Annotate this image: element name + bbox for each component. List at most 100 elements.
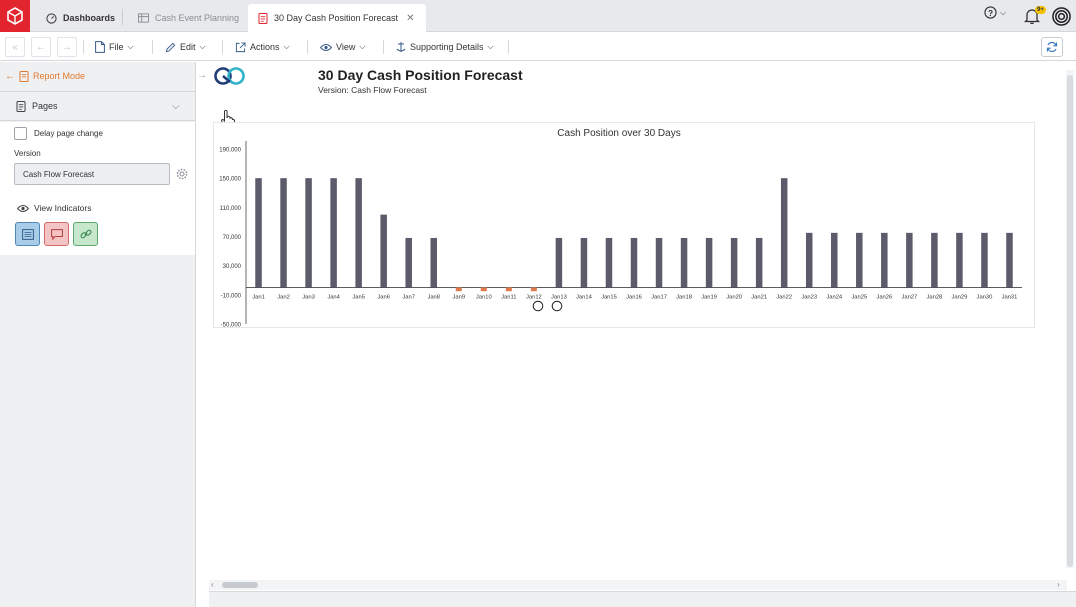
x-tick-label: Jan11 [501,295,516,301]
view-menu[interactable]: View ⌵ [320,39,365,55]
supporting-details-menu[interactable]: Supporting Details ⌵ [396,39,494,55]
indicator-comment-button[interactable] [44,222,69,246]
app-logo[interactable] [0,0,30,32]
user-avatar[interactable] [1052,7,1071,26]
file-label: File [109,42,124,52]
chart-bar[interactable] [655,237,663,288]
refresh-icon [1046,41,1058,53]
chart-bar[interactable] [280,178,287,288]
chart-bar[interactable] [780,178,788,288]
pages-section-header[interactable]: Pages ⌵ [0,91,195,121]
chart-bar[interactable] [580,237,588,288]
document-icon [21,228,34,240]
chart-bar[interactable] [505,287,512,292]
horizontal-scrollbar[interactable] [209,580,1067,590]
toolbar-divider [83,40,84,54]
x-tick-label: Jan22 [776,295,792,301]
delay-page-change-checkbox[interactable] [14,127,27,140]
chart-bar[interactable] [981,232,988,288]
chart-bar[interactable] [956,232,963,288]
chart-bar[interactable] [881,232,888,288]
report-mode-toggle[interactable]: ← Report Mode [0,68,195,84]
chart-bar[interactable] [430,237,437,288]
version-value: Cash Flow Forecast [23,169,95,179]
chart-bar[interactable] [480,287,487,292]
x-tick-label: Jan26 [876,295,892,301]
x-tick-label: Jan17 [651,295,667,301]
toolbar-divider [508,40,509,54]
x-tick-label: Jan7 [402,295,415,301]
eye-icon [320,43,332,51]
status-bar [209,591,1076,607]
file-menu[interactable]: File ⌵ [95,39,134,55]
collapse-sidebar-icon[interactable]: → [197,70,207,81]
refresh-button[interactable] [1041,37,1063,57]
pages-label: Pages [32,101,58,111]
chart-bar[interactable] [1006,232,1013,288]
chart-bar[interactable] [405,237,412,288]
tab-cash-event-planning[interactable]: Cash Event Planning [128,4,249,32]
edit-menu[interactable]: Edit ⌵ [165,39,206,55]
x-tick-label: Jan27 [901,295,917,301]
chart-bar[interactable] [530,287,537,292]
tab-label: Dashboards [63,13,116,23]
chart-bar[interactable] [730,237,738,288]
chart-bar[interactable] [856,232,863,288]
chart-bar[interactable] [455,287,462,292]
vertical-scrollbar-thumb[interactable] [1067,75,1073,567]
chart-bar[interactable] [906,232,913,288]
arrow-left-icon: ← [36,41,46,53]
chart-bar[interactable] [755,237,763,288]
chart-bar[interactable] [330,178,337,288]
chart-bar[interactable] [931,232,938,288]
chart-bar[interactable] [805,232,813,288]
indicator-link-button[interactable] [73,222,98,246]
scroll-right-icon[interactable]: › [1057,580,1060,589]
tab-bar: Dashboards Cash Event Planning 30 Day Ca… [0,0,1076,32]
actions-menu[interactable]: Actions ⌵ [235,39,290,55]
chart-bar[interactable] [255,178,262,288]
chart-bar[interactable] [380,214,387,288]
y-tick-label: 70,000 [223,235,242,241]
chart-bar[interactable] [680,237,688,288]
indicator-document-button[interactable] [15,222,40,246]
x-tick-label: Jan30 [977,295,993,301]
cash-position-chart: Cash Position over 30 Days 190,000 150,00… [219,128,1022,329]
first-page-button[interactable]: « [5,37,25,57]
close-icon[interactable]: ✕ [406,13,414,24]
tab-label: 30 Day Cash Position Forecast [274,13,399,23]
version-input[interactable]: Cash Flow Forecast [14,163,170,185]
chart-bar[interactable] [831,232,838,288]
tab-30-day-forecast[interactable]: 30 Day Cash Position Forecast ✕ [248,4,426,32]
chart-bar[interactable] [355,178,362,288]
chevron-down-icon: ⌵ [1000,7,1007,17]
chart-bar[interactable] [555,237,563,288]
forward-button[interactable]: → [57,37,77,57]
report-icon [258,12,268,24]
x-tick-label: Jan31 [1002,295,1018,301]
help-menu[interactable]: ? ⌵ [984,6,1006,19]
x-tick-label: Jan5 [352,295,365,301]
chart-bar[interactable] [605,237,613,288]
chart-bar[interactable] [630,237,638,288]
gear-icon[interactable] [176,168,188,180]
x-tick-label: Jan6 [377,295,390,301]
x-tick-label: Jan23 [801,295,817,301]
chart-bar[interactable] [705,237,713,288]
x-tick-label: Jan20 [726,295,742,301]
tab-dashboards[interactable]: Dashboards [36,4,125,32]
eye-icon [17,204,29,212]
pager-dot[interactable] [532,300,544,312]
chart-pager-dots[interactable] [531,299,565,313]
toolbar-divider [307,40,308,54]
back-button[interactable]: ← [31,37,51,57]
pager-dot[interactable] [551,300,563,312]
scroll-left-icon[interactable]: ‹ [211,580,214,589]
x-tick-label: Jan2 [277,295,290,301]
view-indicators-header: View Indicators [17,203,91,213]
y-tick-label: -50,000 [221,323,242,329]
horizontal-scrollbar-thumb[interactable] [222,582,258,588]
chart-bar[interactable] [305,178,312,288]
tab-label: Cash Event Planning [155,13,240,23]
arrow-left-icon: ← [5,70,15,82]
